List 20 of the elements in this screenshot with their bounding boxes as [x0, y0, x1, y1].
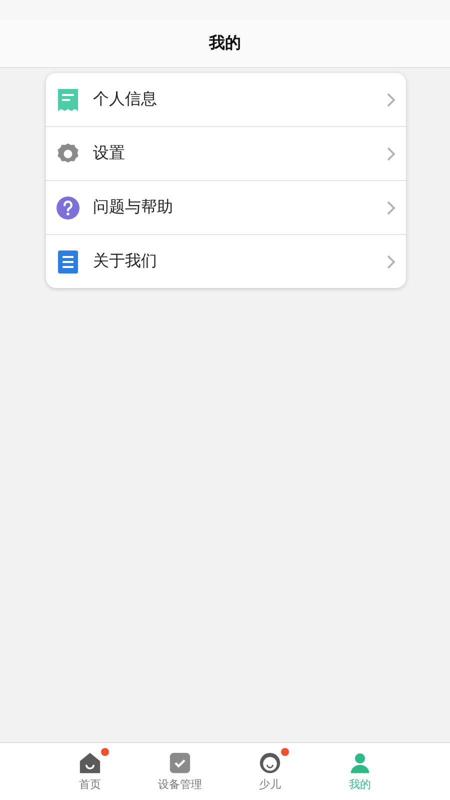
menu-item[interactable]: 问题与帮助 — [46, 181, 406, 235]
tab-item[interactable]: 少儿 — [225, 743, 315, 800]
tab-item[interactable]: 设备管理 — [135, 743, 225, 800]
checkbox-icon — [169, 752, 191, 774]
page-title: 我的 — [209, 33, 241, 54]
face-icon — [259, 752, 281, 774]
receipt-icon — [56, 88, 80, 112]
document-icon — [56, 250, 80, 274]
settings-icon — [56, 142, 80, 166]
tab-item[interactable]: 首页 — [45, 743, 135, 800]
menu-item[interactable]: 设置 — [46, 127, 406, 181]
home-icon — [79, 752, 101, 774]
help-icon — [56, 196, 80, 220]
menu-item[interactable]: 个人信息 — [46, 73, 406, 127]
chevron-right-icon — [386, 146, 396, 162]
chevron-right-icon — [386, 92, 396, 108]
chevron-right-icon — [386, 254, 396, 270]
menu-item[interactable]: 关于我们 — [46, 235, 406, 288]
chevron-right-icon — [386, 200, 396, 216]
person-icon — [349, 752, 371, 774]
